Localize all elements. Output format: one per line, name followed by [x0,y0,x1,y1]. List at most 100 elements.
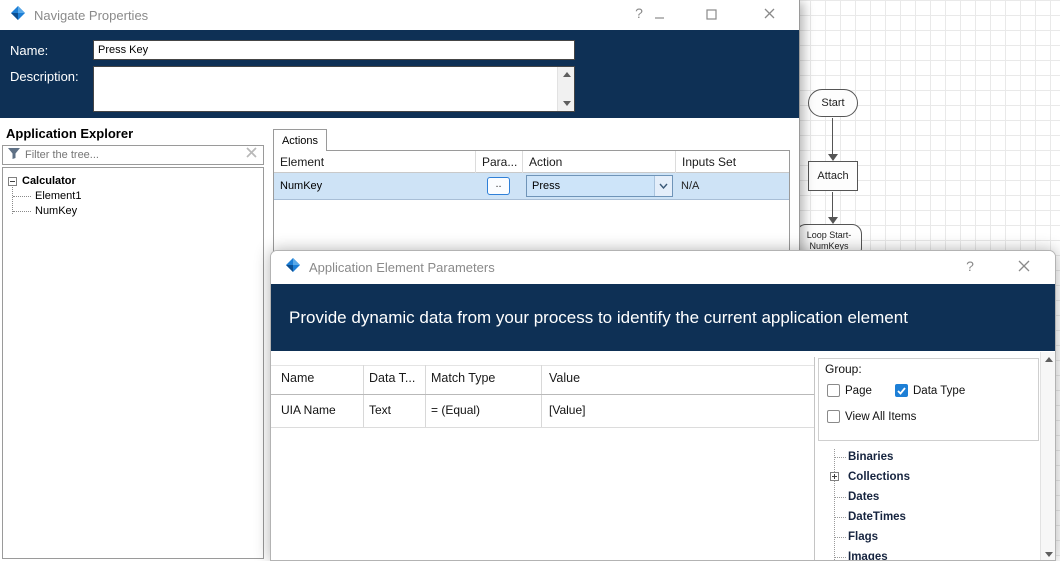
flow-connector [832,118,833,154]
column-header-data-type[interactable]: Data T... [369,371,415,385]
tree-item-collections[interactable]: Collections [848,471,910,483]
help-button[interactable]: ? [630,4,648,22]
checkbox-page-label: Page [845,384,872,397]
tree-item-binaries[interactable]: Binaries [848,451,893,463]
column-separator [425,365,426,427]
flow-node-start-label: Start [821,97,845,109]
checkbox-data-type[interactable]: Data Type [895,384,965,397]
tree-filter-box[interactable] [2,145,264,165]
tree-item-dates[interactable]: Dates [848,491,879,503]
checkbox-icon[interactable] [827,384,840,397]
scroll-up-button[interactable] [1041,352,1055,367]
description-field [93,66,575,112]
checkbox-page[interactable]: Page [827,384,872,397]
flow-node-attach[interactable]: Attach [808,161,858,191]
description-scrollbar[interactable] [557,67,574,111]
table-row-border [271,427,814,428]
checkbox-view-all-items[interactable]: View All Items [827,410,916,423]
dialog-titlebar[interactable]: Application Element Parameters [271,251,1055,284]
tree-connector [834,557,846,558]
column-header-name[interactable]: Name [281,371,314,385]
window-title: Navigate Properties [34,7,149,23]
tree-connector [834,457,846,458]
filter-funnel-icon [8,146,20,164]
tree-connector [834,537,846,538]
tree-connector [834,449,835,560]
data-items-tree[interactable]: Binaries Collections Dates DateTimes Fla… [818,449,1039,560]
flow-arrowhead [828,217,838,224]
dialog-title: Application Element Parameters [309,260,495,275]
action-dropdown[interactable]: Press [526,175,673,197]
blueprism-logo-icon [10,5,26,26]
filter-clear-icon[interactable] [245,146,258,164]
row-inputs-set-cell: N/A [681,180,700,192]
minimize-button[interactable] [650,5,668,23]
close-button[interactable] [760,4,778,22]
application-explorer-heading: Application Explorer [6,126,134,141]
tree-item-numkey[interactable]: NumKey [35,205,77,217]
arrow-down-icon [1045,552,1053,557]
table-row[interactable]: NumKey .. Press N/A [274,173,789,200]
param-row-value[interactable]: [Value] [549,403,585,417]
actions-table-header: Element Para... Action Inputs Set [274,151,789,173]
collapse-expander-icon[interactable] [8,177,17,186]
tree-item-flags[interactable]: Flags [848,531,878,543]
action-dropdown-value: Press [532,180,561,192]
column-header-value[interactable]: Value [549,371,580,385]
flow-node-loop-label-line1: Loop Start- [806,230,852,240]
chevron-down-icon[interactable] [654,176,672,196]
navigate-properties-titlebar[interactable]: Navigate Properties [0,0,799,30]
row-element-cell: NumKey [280,180,323,192]
scroll-down-button[interactable] [1041,547,1055,560]
checkbox-checked-icon[interactable] [895,384,908,397]
group-panel: Group: Page Data Type View All Items [818,358,1039,441]
close-button[interactable] [1015,257,1033,275]
arrow-down-icon [562,101,571,106]
description-input[interactable] [94,67,556,111]
application-element-parameters-dialog: Application Element Parameters ? Provide… [270,250,1056,561]
param-row-name[interactable]: UIA Name [281,403,336,417]
name-input[interactable] [93,40,575,60]
scroll-down-button[interactable] [558,96,575,111]
flow-connector [832,192,833,217]
column-header-match-type[interactable]: Match Type [431,371,495,385]
checkbox-icon[interactable] [827,410,840,423]
tree-connector [12,187,13,214]
tree-connector [834,497,846,498]
description-label: Description: [10,69,79,84]
properties-header-panel: Name: Description: [0,30,799,118]
flow-arrowhead [828,154,838,161]
maximize-button[interactable] [702,5,720,23]
table-header-border [271,394,814,395]
screen: Start Attach Loop Start- NumKeys Navigat… [0,0,1060,561]
flow-node-start[interactable]: Start [808,89,858,117]
flow-node-attach-label: Attach [817,170,849,182]
arrow-up-icon [1045,357,1053,362]
table-border [271,365,814,366]
tree-connector [834,517,846,518]
column-header-element[interactable]: Element [274,151,476,173]
column-separator [363,365,364,427]
arrow-up-icon [562,72,571,77]
column-header-parameters[interactable]: Para... [476,151,523,173]
tree-item-images[interactable]: Images [848,551,888,560]
tree-filter-input[interactable] [25,149,245,161]
application-explorer-tree[interactable]: Calculator Element1 NumKey [2,167,264,559]
group-panel-scrollbar[interactable] [1040,352,1055,560]
tree-item-calculator[interactable]: Calculator [22,175,76,187]
column-header-inputs-set[interactable]: Inputs Set [676,151,789,173]
param-row-data-type[interactable]: Text [369,403,391,417]
tree-item-datetimes[interactable]: DateTimes [848,511,906,523]
name-label: Name: [10,43,49,58]
blueprism-logo-icon [285,257,301,278]
tree-item-element1[interactable]: Element1 [35,190,81,202]
param-row-match-type[interactable]: = (Equal) [431,403,480,417]
scroll-up-button[interactable] [558,67,575,82]
help-button[interactable]: ? [961,257,979,275]
group-label: Group: [825,362,862,376]
element-parameters-button[interactable]: .. [487,177,510,195]
tree-connector [13,211,31,212]
tab-actions[interactable]: Actions [273,129,327,151]
expand-expander-icon[interactable] [830,472,839,481]
column-header-action[interactable]: Action [523,151,676,173]
